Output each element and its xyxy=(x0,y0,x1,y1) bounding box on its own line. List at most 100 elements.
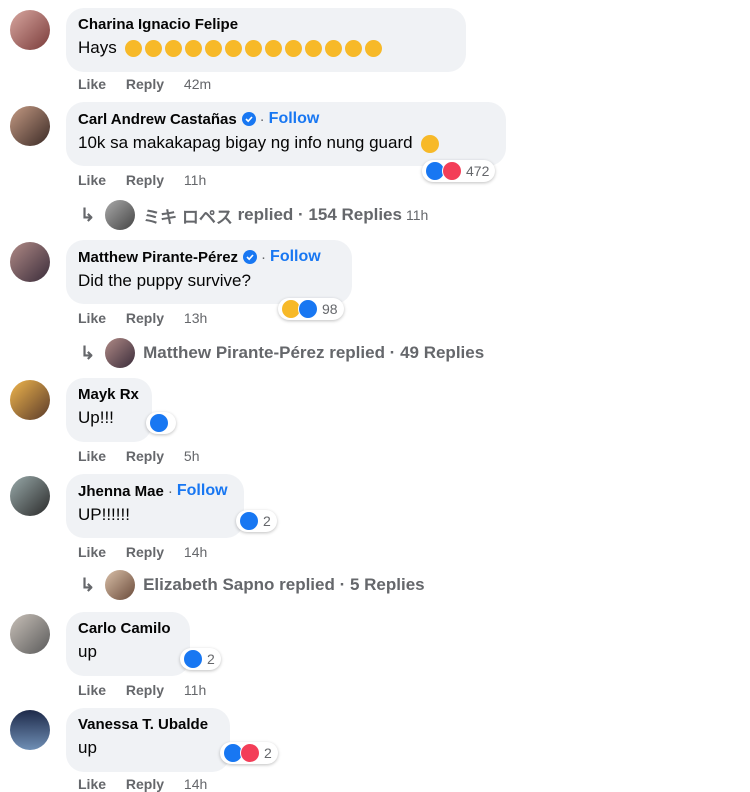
avatar[interactable] xyxy=(10,106,50,146)
avatar[interactable] xyxy=(10,476,50,516)
comment-actions: Like Reply 14h xyxy=(78,544,223,560)
like-button[interactable]: Like xyxy=(78,310,106,326)
reaction-summary[interactable]: 472 xyxy=(422,160,496,182)
reply-avatar xyxy=(105,338,136,368)
comment-actions: Like Reply 11h xyxy=(78,172,222,188)
reply-avatar xyxy=(105,570,136,600)
separator-dot: · xyxy=(167,482,173,500)
replies-count: replied · 49 Replies xyxy=(329,343,485,362)
sad-emoji-icon xyxy=(205,40,223,58)
love-reaction-icon xyxy=(442,161,462,181)
like-reaction-icon xyxy=(149,413,169,433)
comment-text: Did the puppy survive? xyxy=(78,271,251,290)
sad-emoji-icon xyxy=(145,40,163,58)
author-name[interactable]: Carl Andrew Castañas xyxy=(78,111,237,128)
follow-button[interactable]: Follow xyxy=(269,110,320,128)
reply-button[interactable]: Reply xyxy=(126,76,164,92)
comment-bubble: Matthew Pirante-Pérez · Follow Did the p… xyxy=(66,240,352,304)
reply-arrow-icon: ↳ xyxy=(80,204,96,225)
sad-emoji-icon xyxy=(365,40,383,58)
comment-actions: Like Reply 13h xyxy=(78,310,223,326)
avatar[interactable] xyxy=(10,242,50,282)
separator-dot: · xyxy=(261,248,267,266)
comment-text: up xyxy=(78,738,97,757)
reply-button[interactable]: Reply xyxy=(126,776,164,792)
author-name[interactable]: Charina Ignacio Felipe xyxy=(78,16,238,33)
like-button[interactable]: Like xyxy=(78,76,106,92)
sad-emoji-icon xyxy=(265,40,283,58)
reply-button[interactable]: Reply xyxy=(126,682,164,698)
avatar[interactable] xyxy=(10,380,50,420)
reply-button[interactable]: Reply xyxy=(126,448,164,464)
verified-badge-icon xyxy=(241,112,256,126)
reply-button[interactable]: Reply xyxy=(126,172,164,188)
author-name[interactable]: Carlo Camilo xyxy=(78,620,171,637)
timestamp[interactable]: 42m xyxy=(184,76,211,92)
reaction-count: 472 xyxy=(466,163,490,179)
timestamp[interactable]: 14h xyxy=(184,544,207,560)
like-reaction-icon xyxy=(298,299,318,319)
comment-bubble: Carl Andrew Castañas · Follow 10k sa mak… xyxy=(66,102,506,166)
reply-arrow-icon: ↳ xyxy=(80,574,96,595)
sad-emoji-icon xyxy=(305,40,323,58)
reply-button[interactable]: Reply xyxy=(126,544,164,560)
reaction-count: 2 xyxy=(263,513,271,529)
comment-bubble: Mayk Rx Up!!! xyxy=(66,378,152,442)
reaction-summary[interactable]: 2 xyxy=(180,648,221,670)
sad-emoji-icon xyxy=(185,40,203,58)
comment-bubble: Charina Ignacio Felipe Hays xyxy=(66,8,466,72)
sad-emoji-icon xyxy=(125,40,143,58)
comment-bubble: Carlo Camilo up xyxy=(66,612,190,676)
view-replies-link[interactable]: ↳ ミキ ロペス replied · 154 Replies 11h xyxy=(80,200,428,230)
sad-emoji-icon xyxy=(165,40,183,58)
reply-timestamp: 11h xyxy=(405,207,429,223)
emoji-icon xyxy=(421,134,440,153)
reaction-summary[interactable]: 98 xyxy=(278,298,344,320)
like-button[interactable]: Like xyxy=(78,172,106,188)
timestamp[interactable]: 13h xyxy=(184,310,207,326)
reply-button[interactable]: Reply xyxy=(126,310,164,326)
sad-emoji-icon xyxy=(285,40,303,58)
avatar[interactable] xyxy=(10,10,50,50)
comment-actions: Like Reply 42m xyxy=(78,76,227,92)
reaction-count: 2 xyxy=(264,745,272,761)
timestamp[interactable]: 14h xyxy=(184,776,207,792)
like-reaction-icon xyxy=(183,649,203,669)
replies-count: replied · 154 Replies xyxy=(237,205,402,224)
like-button[interactable]: Like xyxy=(78,682,106,698)
view-replies-link[interactable]: ↳ Elizabeth Sapno replied · 5 Replies xyxy=(80,570,425,600)
timestamp[interactable]: 11h xyxy=(184,682,206,698)
comment-bubble: Jhenna Mae · Follow UP!!!!!! xyxy=(66,474,244,538)
sad-emoji-row xyxy=(125,40,383,58)
like-button[interactable]: Like xyxy=(78,776,106,792)
follow-button[interactable]: Follow xyxy=(270,248,321,266)
comment-actions: Like Reply 5h xyxy=(78,448,216,464)
like-reaction-icon xyxy=(239,511,259,531)
comment-text: Hays xyxy=(78,38,117,57)
author-name[interactable]: Matthew Pirante-Pérez xyxy=(78,249,238,266)
reaction-summary[interactable]: 2 xyxy=(220,742,278,764)
sad-emoji-icon xyxy=(345,40,363,58)
follow-button[interactable]: Follow xyxy=(177,482,228,500)
comment-text: Up!!! xyxy=(78,408,114,427)
view-replies-link[interactable]: ↳ Matthew Pirante-Pérez replied · 49 Rep… xyxy=(80,338,484,368)
like-button[interactable]: Like xyxy=(78,544,106,560)
reaction-summary[interactable]: 2 xyxy=(236,510,277,532)
author-name[interactable]: Vanessa T. Ubalde xyxy=(78,716,208,733)
reply-avatar xyxy=(105,200,136,230)
comment-text: UP!!!!!! xyxy=(78,505,130,524)
replies-count: replied · 5 Replies xyxy=(279,575,425,594)
timestamp[interactable]: 11h xyxy=(184,172,206,188)
reaction-summary[interactable] xyxy=(146,412,176,434)
timestamp[interactable]: 5h xyxy=(184,448,200,464)
comment-text: up xyxy=(78,642,97,661)
author-name[interactable]: Mayk Rx xyxy=(78,386,139,403)
sad-emoji-icon xyxy=(225,40,243,58)
avatar[interactable] xyxy=(10,614,50,654)
avatar[interactable] xyxy=(10,710,50,750)
reaction-count: 2 xyxy=(207,651,215,667)
like-button[interactable]: Like xyxy=(78,448,106,464)
love-reaction-icon xyxy=(240,743,260,763)
sad-emoji-icon xyxy=(325,40,343,58)
author-name[interactable]: Jhenna Mae xyxy=(78,483,164,500)
